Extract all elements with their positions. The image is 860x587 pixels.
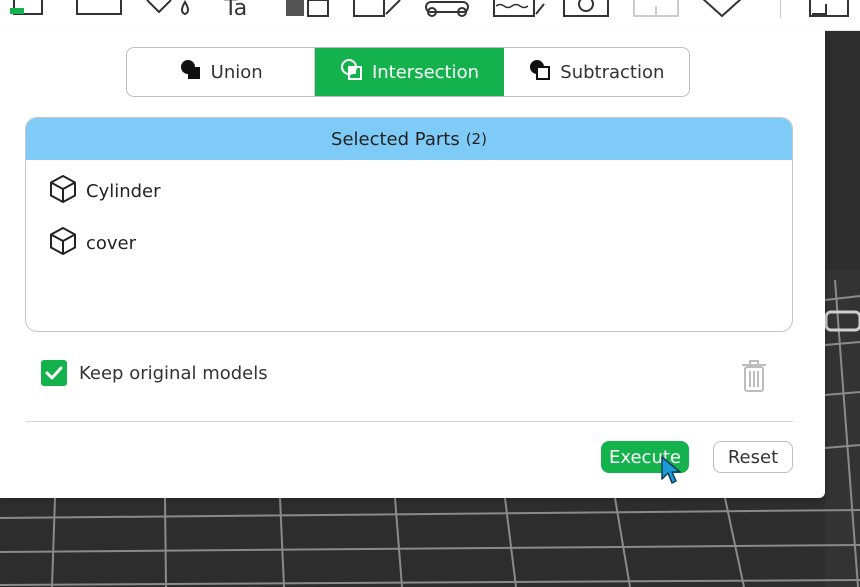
plate-tool-icon[interactable] (75, 0, 125, 16)
support-paint-icon[interactable] (284, 0, 334, 18)
tab-subtraction[interactable]: Subtraction (504, 48, 689, 96)
tab-union-label: Union (210, 61, 263, 83)
keep-original-label: Keep original models (79, 362, 268, 384)
list-item[interactable]: cover (48, 226, 136, 260)
boolean-operation-panel: Union Intersection Subtraction Selected … (0, 30, 825, 498)
tab-intersection-label: Intersection (371, 61, 480, 83)
disabled-tool-icon (632, 0, 682, 18)
tab-union[interactable]: Union (127, 48, 314, 96)
panel-divider (25, 421, 793, 422)
fuzzy-skin-icon[interactable] (492, 0, 547, 18)
part-name: Cylinder (86, 180, 161, 202)
selected-parts-title: Selected Parts (331, 128, 460, 150)
cut-tool-icon[interactable] (700, 0, 750, 18)
keep-original-checkbox[interactable] (41, 360, 67, 386)
list-item[interactable]: Cylinder (48, 174, 161, 208)
check-icon (45, 366, 63, 380)
boolean-mode-selector: Union Intersection Subtraction (126, 47, 690, 97)
model-tool-icon[interactable] (10, 0, 50, 16)
selected-parts-header: Selected Parts (2) (26, 118, 792, 160)
toolbar-divider (780, 0, 781, 18)
split-tool-icon[interactable] (808, 0, 853, 18)
intersection-icon (340, 58, 364, 87)
assembly-icon[interactable] (562, 0, 612, 18)
reset-button[interactable]: Reset (713, 441, 793, 473)
part-name: cover (86, 232, 137, 254)
union-icon (179, 58, 203, 87)
selected-parts-count: (2) (465, 130, 487, 148)
paint-tool-icon[interactable] (145, 0, 200, 22)
cube-icon (48, 174, 78, 209)
cube-icon (48, 226, 78, 261)
text-tool-icon[interactable]: Ta (222, 0, 267, 18)
trash-icon[interactable] (738, 358, 770, 398)
svg-text:Ta: Ta (223, 0, 247, 18)
tab-intersection[interactable]: Intersection (314, 48, 504, 96)
mouse-cursor-icon (660, 455, 682, 489)
top-toolbar: Ta (0, 0, 860, 31)
seam-tool-icon[interactable] (352, 0, 407, 18)
keep-original-option: Keep original models (41, 360, 268, 386)
tab-subtraction-label: Subtraction (560, 61, 665, 83)
subtraction-icon (528, 58, 552, 87)
selected-parts-list: Selected Parts (2) Cylinder cover (25, 117, 793, 332)
measure-tool-icon[interactable] (422, 0, 477, 18)
